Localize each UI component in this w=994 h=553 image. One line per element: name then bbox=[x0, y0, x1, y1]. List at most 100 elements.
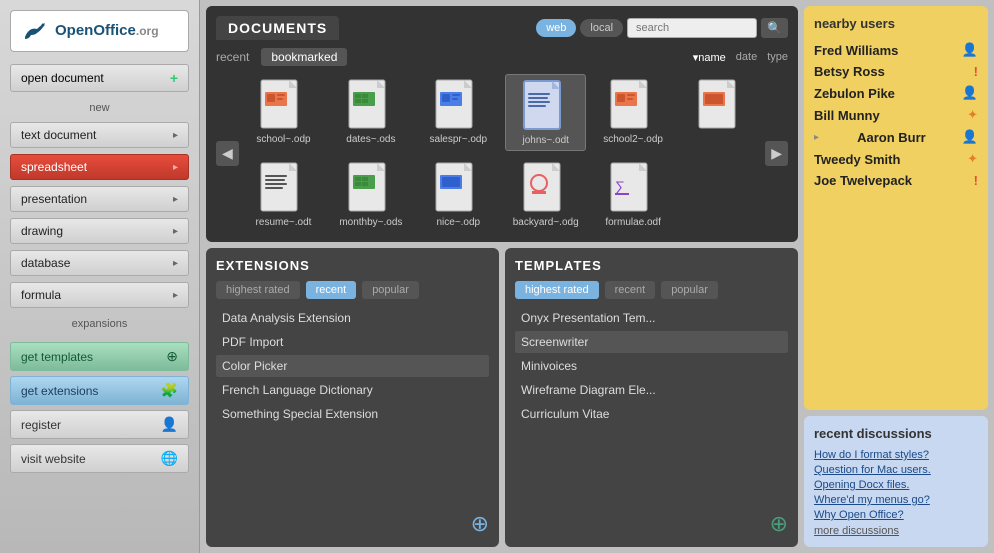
database-button[interactable]: database ▸ bbox=[10, 250, 189, 276]
list-item[interactable]: Screenwriter bbox=[515, 331, 788, 353]
ext-popular-tab[interactable]: popular bbox=[362, 281, 419, 299]
register-button[interactable]: register 👤 bbox=[10, 410, 189, 439]
file-item[interactable] bbox=[680, 74, 761, 151]
svg-text:∑: ∑ bbox=[615, 178, 625, 194]
search-button[interactable]: 🔍 bbox=[761, 18, 788, 38]
list-item[interactable]: French Language Dictionary bbox=[216, 379, 489, 401]
user-name: Zebulon Pike bbox=[814, 86, 895, 101]
file-item[interactable]: school~.odp bbox=[243, 74, 324, 151]
user-row[interactable]: Joe Twelvepack ! bbox=[814, 170, 978, 191]
ext-highest-rated-tab[interactable]: highest rated bbox=[216, 281, 300, 299]
list-item[interactable]: Wireframe Diagram Ele... bbox=[515, 379, 788, 401]
list-item[interactable]: Minivoices bbox=[515, 355, 788, 377]
expansion-buttons: get templates ⊕ get extensions 🧩 registe… bbox=[10, 342, 189, 473]
file-label: johns~.odt bbox=[522, 135, 568, 146]
logo-bird-icon bbox=[21, 19, 49, 43]
user-name: Betsy Ross bbox=[814, 64, 885, 79]
file-item[interactable]: johns~.odt bbox=[505, 74, 586, 151]
file-icon-odp3 bbox=[609, 78, 657, 130]
spreadsheet-button[interactable]: spreadsheet ▸ bbox=[10, 154, 189, 180]
user-row[interactable]: Tweedy Smith ✦ bbox=[814, 148, 978, 170]
list-item[interactable]: Onyx Presentation Tem... bbox=[515, 307, 788, 329]
arrow-icon: ▸ bbox=[173, 194, 178, 205]
file-label: dates~.ods bbox=[346, 134, 395, 145]
search-input[interactable] bbox=[627, 18, 757, 38]
new-section-label: new bbox=[10, 102, 189, 114]
sort-date[interactable]: date bbox=[736, 51, 757, 64]
drawing-button[interactable]: drawing ▸ bbox=[10, 218, 189, 244]
user-row[interactable]: Bill Munny ✦ bbox=[814, 104, 978, 126]
file-label: school~.odp bbox=[256, 134, 310, 145]
puzzle-icon: 🧩 bbox=[161, 382, 178, 399]
templates-list: Onyx Presentation Tem... Screenwriter Mi… bbox=[515, 307, 788, 503]
formula-button[interactable]: formula ▸ bbox=[10, 282, 189, 308]
more-discussions-link[interactable]: more discussions bbox=[814, 525, 978, 537]
file-icon-ods2 bbox=[347, 161, 395, 213]
user-badge-person: 👤 bbox=[962, 129, 978, 145]
user-row[interactable]: ▸ Aaron Burr 👤 bbox=[814, 126, 978, 148]
user-name: Tweedy Smith bbox=[814, 152, 900, 167]
user-name: Bill Munny bbox=[814, 108, 880, 123]
user-row[interactable]: Betsy Ross ! bbox=[814, 61, 978, 82]
ext-recent-tab[interactable]: recent bbox=[306, 281, 357, 299]
file-item[interactable]: nice~.odp bbox=[418, 157, 499, 232]
tmpl-popular-tab[interactable]: popular bbox=[661, 281, 718, 299]
nearby-users-panel: nearby users Fred Williams 👤 Betsy Ross … bbox=[804, 6, 988, 410]
file-item[interactable]: salespr~.odp bbox=[418, 74, 499, 151]
tmpl-recent-tab[interactable]: recent bbox=[605, 281, 656, 299]
list-item[interactable]: Curriculum Vitae bbox=[515, 403, 788, 425]
web-tab[interactable]: web bbox=[536, 19, 576, 37]
arrow-icon: ▸ bbox=[173, 290, 178, 301]
file-item[interactable]: ∑ formulae.odf bbox=[592, 157, 673, 232]
file-label: school2~.odp bbox=[603, 134, 663, 145]
sort-type[interactable]: type bbox=[767, 51, 788, 64]
files-grid: school~.odp dates~. bbox=[243, 74, 761, 232]
file-item[interactable]: backyard~.odg bbox=[505, 157, 586, 232]
presentation-button[interactable]: presentation ▸ bbox=[10, 186, 189, 212]
user-badge-star: ✦ bbox=[967, 151, 978, 167]
file-item[interactable]: resume~.odt bbox=[243, 157, 324, 232]
get-extensions-button[interactable]: get extensions 🧩 bbox=[10, 376, 189, 405]
user-name: Fred Williams bbox=[814, 43, 898, 58]
bookmarked-tab[interactable]: bookmarked bbox=[261, 48, 347, 66]
open-document-button[interactable]: open document + bbox=[10, 64, 189, 92]
user-name: Joe Twelvepack bbox=[814, 173, 912, 188]
nearby-users-title: nearby users bbox=[814, 16, 978, 31]
discussion-link[interactable]: Opening Docx files. bbox=[814, 479, 978, 491]
prev-arrow-button[interactable]: ◀ bbox=[216, 141, 239, 166]
discussion-link[interactable]: How do I format styles? bbox=[814, 449, 978, 461]
file-item[interactable]: dates~.ods bbox=[330, 74, 411, 151]
add-template-icon[interactable]: ⊕ bbox=[770, 511, 788, 537]
extensions-title: EXTENSIONS bbox=[216, 258, 489, 273]
visit-website-button[interactable]: visit website 🌐 bbox=[10, 444, 189, 473]
list-item[interactable]: PDF Import bbox=[216, 331, 489, 353]
arrow-icon: ▸ bbox=[173, 130, 178, 141]
text-document-button[interactable]: text document ▸ bbox=[10, 122, 189, 148]
discussions-title: recent discussions bbox=[814, 426, 978, 441]
tmpl-highest-rated-tab[interactable]: highest rated bbox=[515, 281, 599, 299]
file-label: resume~.odt bbox=[256, 217, 312, 228]
discussion-link[interactable]: Where'd my menus go? bbox=[814, 494, 978, 506]
recent-tab[interactable]: recent bbox=[216, 50, 249, 64]
discussion-link[interactable]: Question for Mac users. bbox=[814, 464, 978, 476]
file-icon-odt2 bbox=[259, 161, 307, 213]
user-row[interactable]: Zebulon Pike 👤 bbox=[814, 82, 978, 104]
logo-text: OpenOffice bbox=[55, 22, 136, 39]
file-item[interactable]: school2~.odp bbox=[592, 74, 673, 151]
file-icon-odf: ∑ bbox=[609, 161, 657, 213]
files-area: ◀ school~.odp bbox=[216, 74, 788, 232]
list-item[interactable]: Data Analysis Extension bbox=[216, 307, 489, 329]
list-item[interactable]: Something Special Extension bbox=[216, 403, 489, 425]
file-icon-ods bbox=[347, 78, 395, 130]
local-tab[interactable]: local bbox=[580, 19, 623, 37]
user-badge-person: 👤 bbox=[962, 42, 978, 58]
list-item[interactable]: Color Picker bbox=[216, 355, 489, 377]
sort-name[interactable]: ▾name bbox=[693, 51, 726, 64]
add-extension-icon[interactable]: ⊕ bbox=[471, 511, 489, 537]
file-item[interactable]: monthby~.ods bbox=[330, 157, 411, 232]
user-row[interactable]: Fred Williams 👤 bbox=[814, 39, 978, 61]
discussion-link[interactable]: Why Open Office? bbox=[814, 509, 978, 521]
docs-header: DOCUMENTS web local 🔍 bbox=[216, 16, 788, 40]
next-arrow-button[interactable]: ▶ bbox=[765, 141, 788, 166]
get-templates-button[interactable]: get templates ⊕ bbox=[10, 342, 189, 371]
